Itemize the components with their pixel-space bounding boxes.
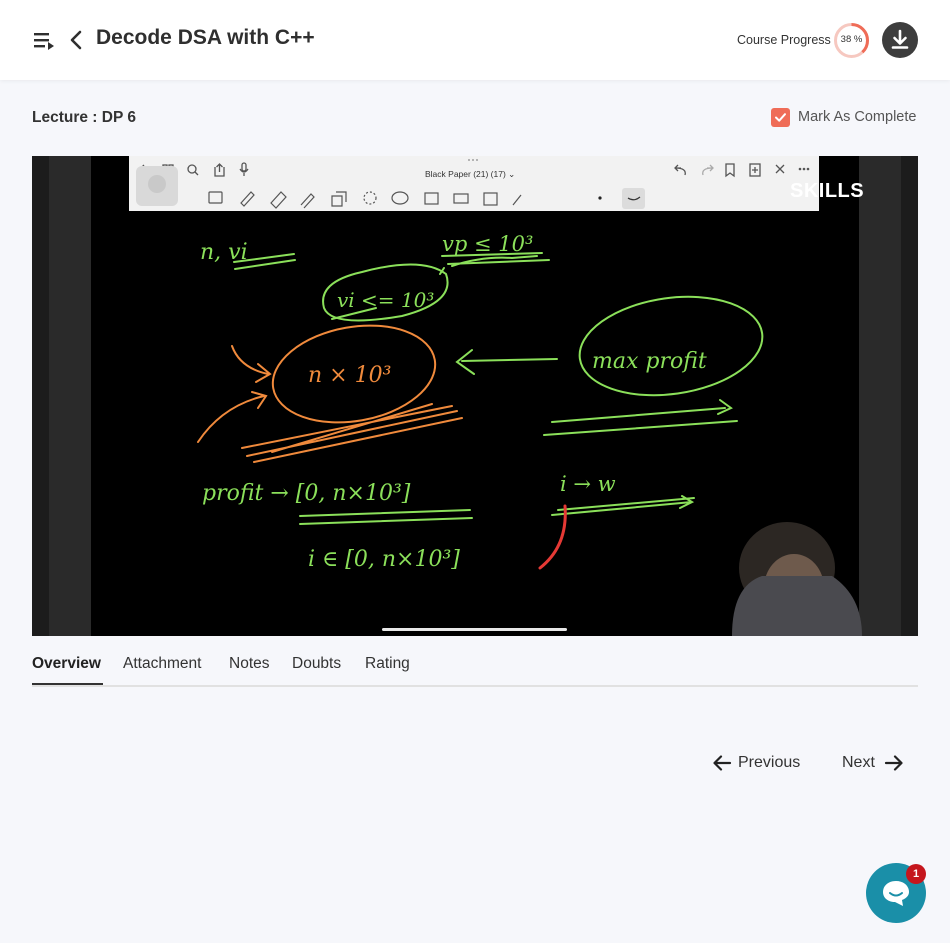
brand-logo: SKILLS bbox=[790, 180, 865, 202]
wb-text-i-to-w: i → w bbox=[560, 472, 616, 496]
tab-rating[interactable]: Rating bbox=[365, 655, 410, 673]
arrow-right-icon bbox=[884, 755, 903, 771]
top-header: Decode DSA with C++ Course Progress 38 % bbox=[0, 0, 950, 80]
tab-notes[interactable]: Notes bbox=[229, 655, 270, 673]
previous-label: Previous bbox=[738, 754, 801, 771]
chat-bubble-icon bbox=[883, 881, 909, 906]
playlist-menu-icon[interactable] bbox=[33, 29, 55, 51]
wb-text-i-range: i ∈ [0, n×10³] bbox=[308, 547, 460, 572]
chat-notification-badge: 1 bbox=[906, 864, 926, 884]
progress-percent: 38 % bbox=[840, 34, 863, 45]
whiteboard-drawing: n, vi vp ≤ 10³ vi <= 10³ max profit prof… bbox=[197, 232, 862, 636]
presenter-silhouette bbox=[732, 522, 862, 636]
wb-text-vp-constraint: vp ≤ 10³ bbox=[442, 232, 533, 256]
course-progress-label: Course Progress bbox=[737, 33, 831, 47]
lecture-tabs: Overview Attachment Notes Doubts Rating bbox=[32, 652, 918, 687]
wb-text-profit-range: profit → [0, n×10³] bbox=[202, 481, 411, 506]
download-icon bbox=[891, 29, 909, 49]
video-progress-bar[interactable] bbox=[382, 628, 567, 631]
checkmark-icon bbox=[775, 113, 786, 122]
download-button[interactable] bbox=[882, 22, 918, 58]
wb-text-n-times: n × 10³ bbox=[308, 363, 391, 388]
mark-complete-label: Mark As Complete bbox=[798, 109, 917, 125]
mark-complete-checkbox[interactable] bbox=[771, 108, 790, 127]
tab-overview[interactable]: Overview bbox=[32, 655, 101, 673]
tab-doubts[interactable]: Doubts bbox=[292, 655, 341, 673]
course-title: Decode DSA with C++ bbox=[96, 26, 315, 49]
lecture-title: Lecture : DP 6 bbox=[32, 109, 136, 126]
wb-text-vi-constraint: vi <= 10³ bbox=[337, 288, 434, 312]
wb-text-max-profit: max profit bbox=[592, 349, 707, 374]
lecture-video-player[interactable]: Black Paper (21) (17) ⌄ n, vi vp ≤ 10³ v… bbox=[32, 156, 918, 636]
tab-attachment[interactable]: Attachment bbox=[123, 655, 201, 673]
next-label: Next bbox=[842, 754, 875, 771]
chevron-left-icon[interactable] bbox=[68, 29, 84, 51]
arrow-left-icon bbox=[713, 755, 732, 771]
active-tab-indicator bbox=[32, 683, 103, 685]
